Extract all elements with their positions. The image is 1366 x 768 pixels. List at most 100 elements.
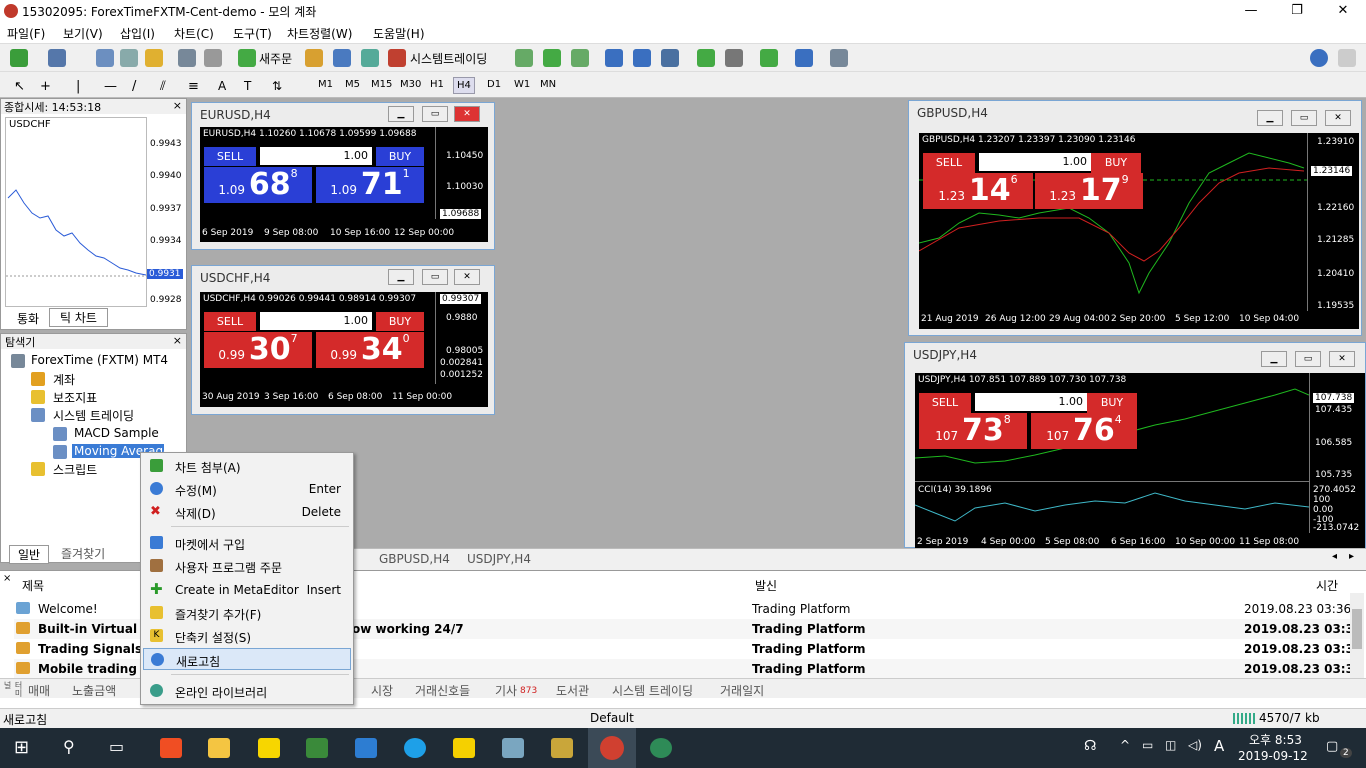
mt4-task-active[interactable]: [588, 728, 636, 768]
sell-button[interactable]: SELL: [923, 153, 975, 173]
menu-item-create-metaeditor[interactable]: ✚ Create in MetaEditor Insert: [143, 579, 351, 601]
volume-icon[interactable]: ◁): [1188, 738, 1202, 752]
notification-icon[interactable]: ▢: [1326, 739, 1338, 754]
terminal-close-icon[interactable]: ×: [3, 573, 11, 584]
chart-tab-usdjpy[interactable]: USDJPY,H4: [467, 552, 531, 566]
metaeditor-icon[interactable]: [305, 49, 323, 67]
data-window-icon[interactable]: [120, 49, 138, 67]
tf-w1[interactable]: W1: [514, 79, 530, 90]
tab-experts[interactable]: 시스템 트레이딩: [612, 682, 693, 699]
menu-tools[interactable]: 도구(T): [233, 25, 272, 42]
internet-explorer-icon[interactable]: [404, 738, 426, 758]
sell-price[interactable]: 0.99 307: [204, 332, 312, 368]
market-icon[interactable]: [361, 49, 379, 67]
tile-windows-icon[interactable]: [661, 49, 679, 67]
sell-button[interactable]: SELL: [204, 312, 256, 331]
nav-scripts[interactable]: 스크립트: [53, 461, 97, 478]
tray-chevron-icon[interactable]: ^: [1120, 738, 1130, 752]
chart-close-button[interactable]: ✕: [454, 269, 480, 285]
chart-area[interactable]: USDCHF,H4 0.99026 0.99441 0.98914 0.9930…: [200, 292, 488, 407]
text-label-icon[interactable]: T: [244, 79, 251, 93]
chart-area[interactable]: USDJPY,H4 107.851 107.889 107.730 107.73…: [915, 373, 1365, 549]
auto-scroll-icon[interactable]: [725, 49, 743, 67]
clock-time[interactable]: 오후 8:53: [1249, 731, 1302, 748]
app-chart-icon[interactable]: [306, 738, 328, 758]
close-button[interactable]: ✕: [1320, 0, 1366, 22]
autotrading-icon[interactable]: [388, 49, 406, 67]
tab-exposure[interactable]: 노출금액: [72, 682, 116, 699]
search-icon[interactable]: ⚲: [63, 737, 75, 756]
chart-window-usdjpy[interactable]: USDJPY,H4 ▁ ▭ ✕ USDJPY,H4 107.851 107.88…: [904, 342, 1366, 549]
lot-input[interactable]: 1.00: [260, 312, 372, 330]
tab-scroll-left-icon[interactable]: ◂: [1332, 551, 1337, 562]
tab-library[interactable]: 도서관: [556, 682, 589, 699]
buy-button[interactable]: BUY: [376, 147, 424, 166]
file-explorer-icon[interactable]: [208, 738, 230, 758]
horizontal-line-icon[interactable]: —: [104, 79, 117, 94]
nav-indicators[interactable]: 보조지표: [53, 389, 97, 406]
tf-m15[interactable]: M15: [371, 79, 392, 90]
chart-maximize-button[interactable]: ▭: [422, 269, 448, 285]
chart-close-button[interactable]: ✕: [454, 106, 480, 122]
nav-root[interactable]: ForexTime (FXTM) MT4: [31, 353, 168, 367]
tab-common[interactable]: 일반: [9, 545, 50, 564]
chart-maximize-button[interactable]: ▭: [1291, 110, 1317, 126]
indicators-icon[interactable]: [760, 49, 778, 67]
col-time[interactable]: 시간: [1316, 577, 1338, 594]
navigator-icon[interactable]: [145, 49, 163, 67]
market-watch-close-icon[interactable]: ×: [173, 99, 182, 112]
menu-item-order-program[interactable]: 사용자 프로그램 주문: [143, 555, 351, 577]
nav-accounts[interactable]: 계좌: [53, 371, 75, 388]
text-icon[interactable]: A: [218, 79, 226, 93]
autotrading-button[interactable]: 시스템트레이딩: [410, 50, 487, 67]
nav-experts[interactable]: 시스템 트레이딩: [53, 407, 134, 424]
navigator-close-icon[interactable]: ×: [173, 334, 182, 347]
metaeditor-task-icon[interactable]: [551, 738, 573, 758]
app-android-icon[interactable]: [650, 738, 672, 758]
chart-tab-gbpusd[interactable]: GBPUSD,H4: [379, 552, 450, 566]
chart-shift-icon[interactable]: [697, 49, 715, 67]
sticky-notes-icon[interactable]: [453, 738, 475, 758]
tab-signals[interactable]: 거래신호들: [415, 682, 470, 699]
tf-m30[interactable]: M30: [400, 79, 421, 90]
tf-mn[interactable]: MN: [540, 79, 556, 90]
tab-scroll-right-icon[interactable]: ▸: [1349, 551, 1354, 562]
nav-macd-sample[interactable]: MACD Sample: [74, 426, 159, 440]
tf-h1[interactable]: H1: [430, 79, 444, 90]
menu-item-attach-chart[interactable]: 차트 첨부(A): [143, 455, 351, 477]
buy-price[interactable]: 0.99 340: [316, 332, 424, 368]
chat-icon[interactable]: [1338, 49, 1356, 67]
new-order-icon[interactable]: [238, 49, 256, 67]
maximize-button[interactable]: ❐: [1274, 0, 1320, 22]
menu-view[interactable]: 보기(V): [63, 25, 103, 42]
market-watch-icon[interactable]: [96, 49, 114, 67]
trendline-icon[interactable]: /: [132, 79, 136, 94]
menu-item-online-library[interactable]: 온라인 라이브러리: [143, 680, 351, 702]
sell-price[interactable]: 107 738: [919, 413, 1027, 449]
new-chart-icon[interactable]: [10, 49, 28, 67]
zoom-out-icon[interactable]: [633, 49, 651, 67]
menu-item-add-favorites[interactable]: 즐겨찾기 추가(F): [143, 602, 351, 624]
tab-market[interactable]: 시장: [371, 682, 393, 699]
sell-button[interactable]: SELL: [204, 147, 256, 166]
cursor-icon[interactable]: ↖: [14, 79, 25, 94]
chart-maximize-button[interactable]: ▭: [422, 106, 448, 122]
buy-button[interactable]: BUY: [1091, 153, 1141, 173]
menu-insert[interactable]: 삽입(I): [120, 25, 155, 42]
zoom-in-icon[interactable]: [605, 49, 623, 67]
chart-area[interactable]: GBPUSD,H4 1.23207 1.23397 1.23090 1.2314…: [919, 133, 1359, 329]
network-icon[interactable]: ◫: [1165, 738, 1176, 752]
lot-input[interactable]: 1.00: [979, 153, 1091, 171]
candlesticks-icon[interactable]: [543, 49, 561, 67]
tf-h4[interactable]: H4: [453, 77, 475, 94]
terminal-icon[interactable]: [178, 49, 196, 67]
ime-indicator[interactable]: A: [1214, 737, 1224, 755]
chart-window-usdchf[interactable]: USDCHF,H4 ▁ ▭ ✕ USDCHF,H4 0.99026 0.9944…: [191, 265, 495, 415]
chart-window-eurusd[interactable]: EURUSD,H4 ▁ ▭ ✕ EURUSD,H4 1.10260 1.1067…: [191, 102, 495, 250]
crosshair-icon[interactable]: +: [40, 79, 51, 94]
periods-icon[interactable]: [795, 49, 813, 67]
menu-item-modify[interactable]: 수정(M) Enter: [143, 478, 351, 500]
kakaotalk-icon[interactable]: [258, 738, 280, 758]
arrows-icon[interactable]: ⇅: [272, 79, 282, 93]
lot-input[interactable]: 1.00: [975, 393, 1087, 411]
